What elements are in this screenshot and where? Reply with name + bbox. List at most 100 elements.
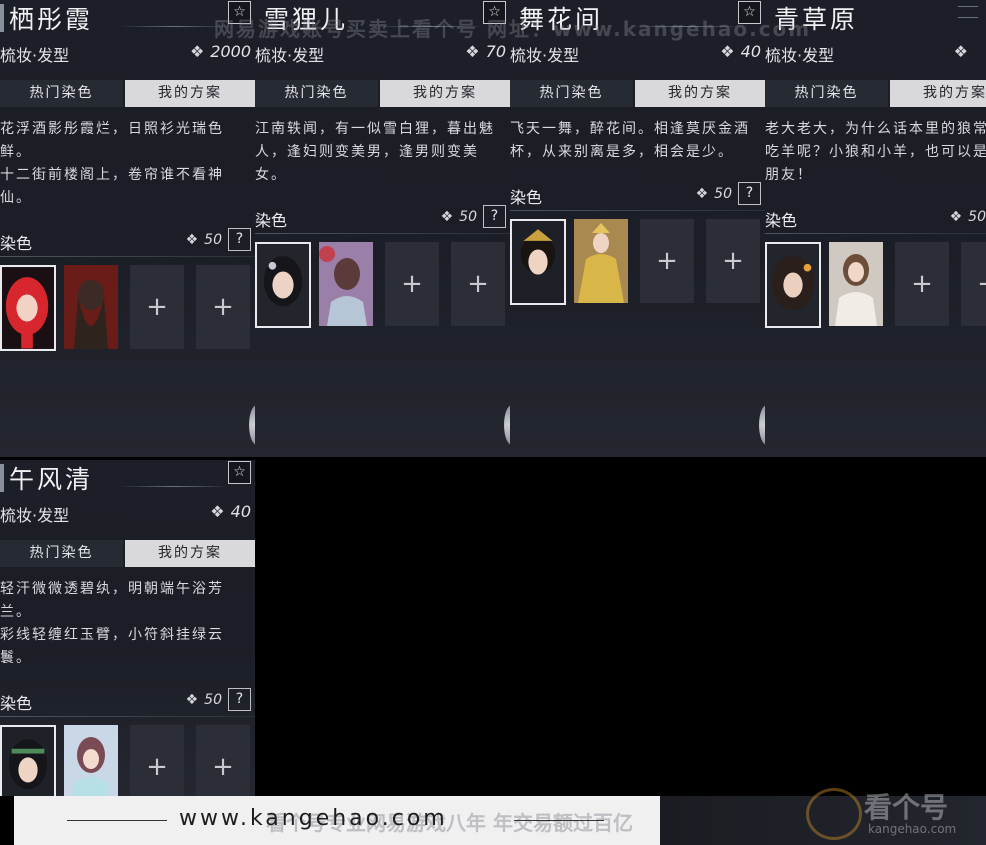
dye-cost: ❖ 50	[185, 692, 222, 708]
logo-subtext: kangehao.com	[868, 822, 957, 836]
tab-my-plans[interactable]: 我的方案	[125, 80, 255, 107]
help-button[interactable]: ?	[483, 205, 506, 228]
currency-icon: ❖	[949, 209, 963, 225]
dye-header: 染色 ❖ 50 ?	[510, 180, 765, 211]
help-button[interactable]: ?	[228, 228, 251, 251]
tab-bar: 热门染色 我的方案	[0, 540, 255, 567]
add-dye-button[interactable]: +	[451, 242, 505, 326]
help-button[interactable]: ?	[228, 688, 251, 711]
currency-icon: ❖	[720, 42, 735, 61]
currency-icon: ❖	[440, 209, 454, 225]
dye-label: 染色	[0, 694, 33, 713]
dye-label: 染色	[510, 188, 543, 207]
title-divider	[120, 486, 230, 487]
currency-icon: ❖	[695, 186, 709, 202]
title-accent	[0, 464, 4, 492]
portrait-golden-headdress	[512, 221, 564, 303]
price: ❖ 40	[720, 42, 761, 61]
add-dye-button[interactable]: +	[895, 242, 949, 326]
logo-text: 看个号	[864, 791, 949, 824]
price: ❖ 2000	[189, 42, 251, 61]
dye-thumb-pink-hair[interactable]	[64, 725, 118, 796]
tab-my-plans[interactable]: 我的方案	[635, 80, 765, 107]
portrait-golden-dress	[574, 219, 628, 303]
dye-thumbnails: + +	[765, 242, 986, 328]
watermark-banner: 看个号专业网易游戏八年 年交易额过百亿 www.kangehao.com	[14, 796, 660, 845]
add-dye-button[interactable]: +	[196, 725, 250, 796]
currency-icon: ❖	[210, 502, 225, 521]
dye-thumb-back-view[interactable]	[64, 265, 118, 349]
add-dye-button[interactable]: +	[640, 219, 694, 303]
description: 花浮酒影彤霞烂，日照衫光瑞色 鲜。 十二街前楼阁上，卷帘谁不看神 仙。	[0, 121, 224, 206]
tab-hot-dye[interactable]: 热门染色	[0, 540, 123, 567]
category-label: 梳妆·发型	[765, 46, 835, 65]
dye-thumbnails: + +	[0, 265, 255, 351]
dye-thumbnails: + +	[0, 725, 255, 796]
dye-thumb-golden-headdress[interactable]	[510, 219, 566, 305]
currency-icon: ❖	[185, 232, 199, 248]
hairstyle-panel-5: 午风清 ☆ 梳妆·发型 ❖ 40 热门染色 我的方案 轻汗微微透碧纨，明朝端午浴芳…	[0, 460, 255, 796]
portrait-back-view	[64, 265, 118, 349]
portrait-side-view	[319, 242, 373, 326]
divider	[0, 716, 255, 717]
dye-thumb-white-dress[interactable]	[829, 242, 883, 326]
tab-hot-dye[interactable]: 热门染色	[255, 80, 378, 107]
divider	[255, 233, 510, 234]
add-dye-button[interactable]: +	[130, 265, 184, 349]
category-label: 梳妆·发型	[0, 506, 70, 525]
banner-rule	[67, 820, 167, 821]
help-button[interactable]: ?	[738, 182, 761, 205]
star-icon[interactable]: ☆	[228, 461, 251, 484]
tab-hot-dye[interactable]: 热门染色	[510, 80, 633, 107]
currency-icon: ❖	[465, 42, 480, 61]
dye-thumb-red-hair[interactable]	[0, 265, 56, 351]
menu-icon[interactable]	[958, 6, 978, 18]
tab-hot-dye[interactable]: 热门染色	[0, 80, 123, 107]
add-dye-button[interactable]: +	[130, 725, 184, 796]
dye-label: 染色	[255, 211, 288, 230]
portrait-red-hair	[2, 267, 54, 349]
hairstyle-panel-2: 雪狸儿 ☆ 梳妆·发型 ❖ 70 热门染色 我的方案 江南轶闻，有一似雪白狸，暮出…	[255, 0, 510, 457]
dye-thumb-dark-hair[interactable]	[255, 242, 311, 328]
price: ❖	[954, 42, 974, 61]
add-dye-button[interactable]: +	[706, 219, 760, 303]
panel-title: 栖彤霞	[9, 5, 94, 34]
tab-bar: 热门染色 我的方案	[0, 80, 255, 107]
price: ❖ 70	[465, 42, 506, 61]
tab-hot-dye[interactable]: 热门染色	[765, 80, 888, 107]
add-dye-button[interactable]: +	[961, 242, 986, 326]
tab-bar: 热门染色 我的方案	[765, 80, 986, 107]
tab-my-plans[interactable]: 我的方案	[125, 540, 255, 567]
currency-icon: ❖	[189, 42, 205, 61]
dye-thumbnails: + +	[255, 242, 510, 328]
dye-thumb-curly-hair[interactable]	[765, 242, 821, 328]
portrait-pink-hair	[64, 725, 118, 796]
hairstyle-panel-4: 青草原 梳妆·发型 ❖ 热门染色 我的方案 老大老大，为什么话本里的狼常 吃羊呢？…	[765, 0, 986, 457]
watermark-logo: 看个号 kangehao.com	[806, 786, 976, 845]
description: 轻汗微微透碧纨，明朝端午浴芳 兰。 彩线轻缠红玉臂，小符斜挂绿云 鬟。	[0, 581, 224, 666]
tab-bar: 热门染色 我的方案	[510, 80, 765, 107]
dye-thumb-golden-dress[interactable]	[574, 219, 628, 303]
banner-url: www.kangehao.com	[179, 806, 448, 831]
dye-header: 染色 ❖ 50 ?	[255, 203, 510, 234]
tab-my-plans[interactable]: 我的方案	[890, 80, 986, 107]
divider	[765, 233, 986, 234]
description: 江南轶闻，有一似雪白狸，暮出魅 人，逢妇则变美男，逢男则变美 女。	[255, 121, 495, 183]
description: 老大老大，为什么话本里的狼常 吃羊呢？小狼和小羊，也可以是 朋友！	[765, 121, 986, 183]
dye-cost: ❖ 50	[695, 186, 732, 202]
hairstyle-panel-3: 舞花间 ☆ 梳妆·发型 ❖ 40 热门染色 我的方案 飞天一舞，醉花间。相逢莫厌金…	[510, 0, 765, 457]
add-dye-button[interactable]: +	[196, 265, 250, 349]
watermark-text: 网易游戏账号买卖上看个号 网址：www.kangehao.com	[214, 17, 812, 41]
description: 飞天一舞，醉花间。相逢莫厌金酒 杯，从来别离是多，相会是少。	[510, 121, 750, 160]
dye-thumb-side-view[interactable]	[319, 242, 373, 326]
category-label: 梳妆·发型	[255, 46, 325, 65]
dye-thumb-green-band[interactable]	[0, 725, 56, 796]
dye-cost: ❖ 50	[440, 209, 477, 225]
add-dye-button[interactable]: +	[385, 242, 439, 326]
dye-label: 染色	[0, 234, 33, 253]
dye-cost: ❖ 50	[949, 209, 986, 225]
dye-header: 染色 ❖ 50	[765, 203, 986, 234]
tab-my-plans[interactable]: 我的方案	[380, 80, 510, 107]
category-label: 梳妆·发型	[510, 46, 580, 65]
eye-icon	[806, 788, 862, 840]
